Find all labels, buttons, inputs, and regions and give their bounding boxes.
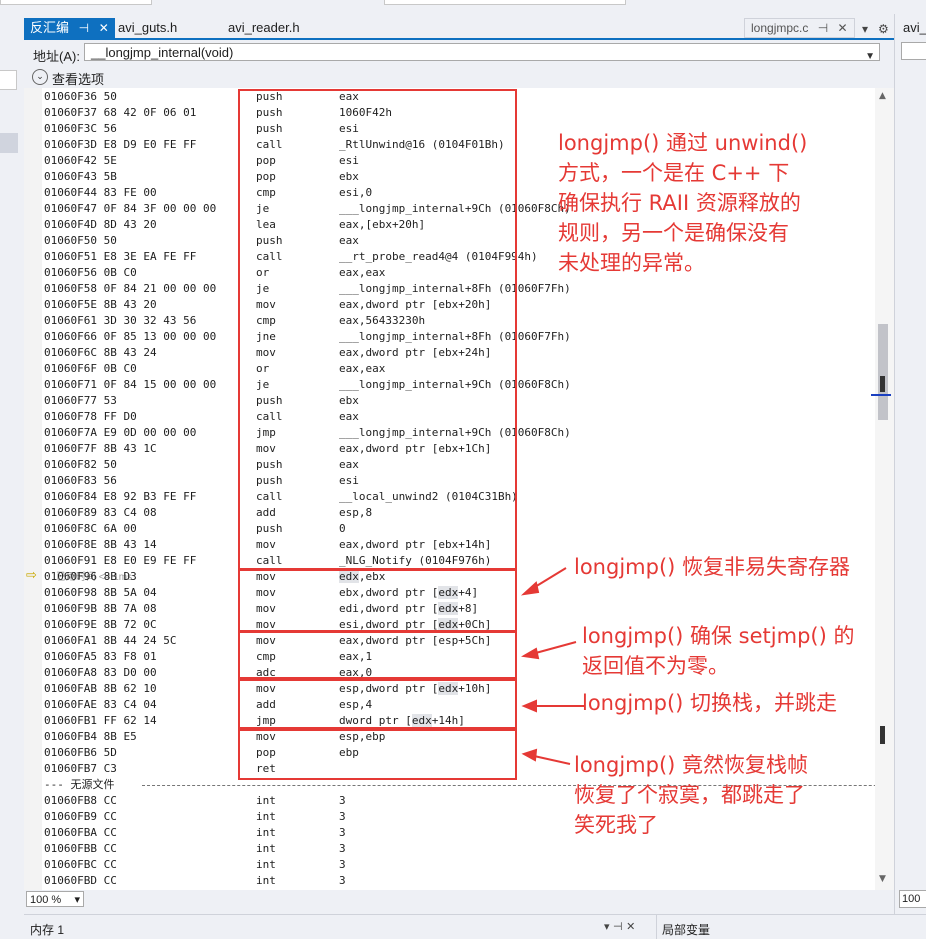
note-line: longjmp() 竟然恢复栈帧 [574, 753, 809, 777]
note-line: 笑死我了 [574, 813, 658, 837]
arrow-head-registers [520, 581, 540, 596]
note-line: 恢复了个寂寞，都跳走了 [574, 783, 805, 807]
arrow-restore-frame [533, 755, 571, 765]
note-line: 规则，另一个是确保没有 [558, 221, 789, 245]
annotation-note-unwind: longjmp() 通过 unwind() 方式，一个是在 C++ 下 确保执行… [558, 128, 807, 278]
note-line: longjmp() 确保 setjmp() 的 [582, 624, 855, 648]
annotation-note-return-value: longjmp() 确保 setjmp() 的 返回值不为零。 [582, 621, 854, 681]
annotation-note-switch-stack: longjmp() 切换栈，并跳走 [582, 691, 838, 715]
note-line: 返回值不为零。 [582, 654, 729, 678]
annotation-note-registers: longjmp() 恢复非易失寄存器 [574, 555, 851, 579]
arrow-return-value [531, 641, 577, 655]
note-line: longjmp() 通过 unwind() [558, 131, 808, 155]
note-line: 方式，一个是在 C++ 下 [558, 161, 790, 185]
arrow-head-restore-frame [521, 748, 538, 762]
arrow-head-switch-stack [521, 699, 537, 713]
annotation-note-restore-frame: longjmp() 竟然恢复栈帧 恢复了个寂寞，都跳走了 笑死我了 [574, 750, 808, 840]
note-line: 未处理的异常。 [558, 251, 705, 275]
arrow-head-return-value [521, 647, 540, 660]
note-line: 确保执行 RAII 资源释放的 [558, 191, 801, 215]
